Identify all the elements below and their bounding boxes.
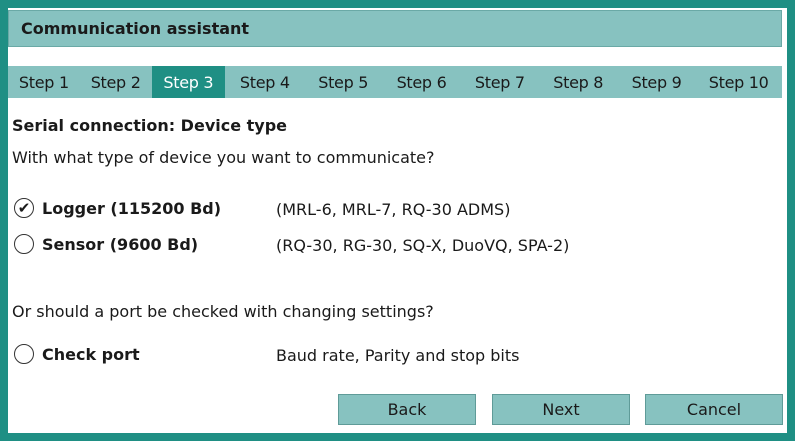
- tab-step-4[interactable]: Step 4: [225, 66, 304, 98]
- option-check-port-desc: Baud rate, Parity and stop bits: [276, 346, 520, 365]
- option-check-port-label: Check port: [42, 344, 140, 364]
- port-check-question: Or should a port be checked with changin…: [12, 302, 434, 321]
- tab-step-6[interactable]: Step 6: [382, 66, 461, 98]
- next-button[interactable]: Next: [492, 394, 630, 425]
- cancel-button[interactable]: Cancel: [645, 394, 783, 425]
- radio-checked-icon[interactable]: ✔: [14, 198, 34, 218]
- title-bar: Communication assistant: [8, 10, 782, 47]
- option-check-port[interactable]: Check port: [14, 344, 140, 364]
- tab-step-2[interactable]: Step 2: [80, 66, 152, 98]
- tab-step-3[interactable]: Step 3: [151, 66, 226, 98]
- tab-step-8[interactable]: Step 8: [539, 66, 618, 98]
- option-sensor[interactable]: Sensor (9600 Bd): [14, 234, 198, 254]
- tab-step-1[interactable]: Step 1: [8, 66, 80, 98]
- tab-step-5[interactable]: Step 5: [304, 66, 381, 98]
- back-button[interactable]: Back: [338, 394, 476, 425]
- option-logger[interactable]: ✔ Logger (115200 Bd): [14, 198, 221, 218]
- device-type-question: With what type of device you want to com…: [12, 148, 435, 167]
- dialog-title: Communication assistant: [21, 19, 250, 38]
- option-logger-label: Logger (115200 Bd): [42, 198, 222, 218]
- section-title: Serial connection: Device type: [12, 116, 288, 135]
- tab-step-7[interactable]: Step 7: [461, 66, 538, 98]
- option-sensor-desc: (RQ-30, RG-30, SQ-X, DuoVQ, SPA-2): [276, 236, 570, 255]
- radio-unchecked-icon[interactable]: [14, 344, 34, 364]
- option-sensor-label: Sensor (9600 Bd): [42, 234, 199, 254]
- tab-step-9[interactable]: Step 9: [618, 66, 695, 98]
- tab-step-10[interactable]: Step 10: [695, 66, 782, 98]
- radio-unchecked-icon[interactable]: [14, 234, 34, 254]
- step-tabs: Step 1 Step 2 Step 3 Step 4 Step 5 Step …: [8, 66, 782, 98]
- option-logger-desc: (MRL-6, MRL-7, RQ-30 ADMS): [276, 200, 511, 219]
